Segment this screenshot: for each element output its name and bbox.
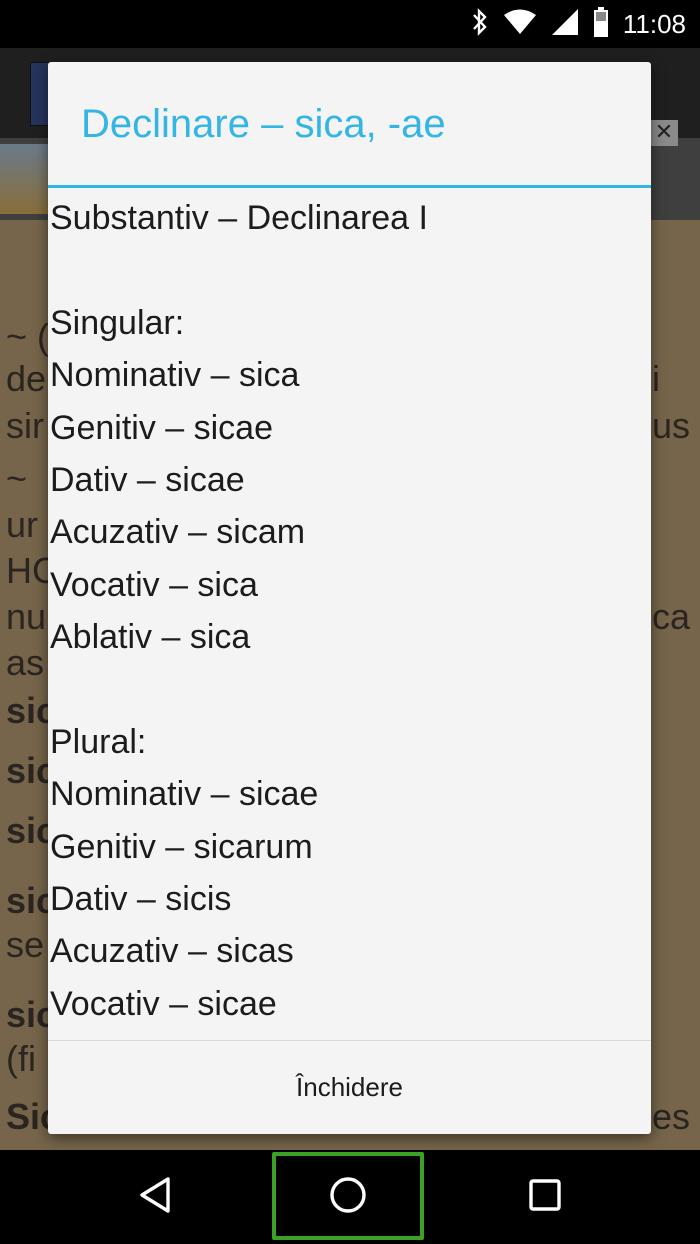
battery-icon: [593, 6, 609, 42]
background-text: ~: [6, 458, 28, 499]
declension-line: Acuzativ – sicam: [50, 513, 306, 552]
home-button[interactable]: [276, 1150, 420, 1244]
navigation-bar: [0, 1150, 700, 1244]
ad-close-button[interactable]: ✕: [650, 120, 678, 146]
declension-line: Substantiv – Declinarea I: [50, 199, 428, 237]
declension-line: Nominativ – sicae: [50, 775, 319, 814]
background-text: es: [652, 1096, 691, 1137]
declension-dialog: Declinare – sica, -ae Substantiv – Decli…: [48, 62, 651, 1134]
clock: 11:08: [622, 8, 686, 39]
declension-line: Vocativ – sicae: [50, 984, 277, 1023]
declension-line: Acuzativ – sicas: [50, 932, 294, 971]
declension-line: Dativ – sicae: [50, 460, 245, 499]
back-icon: [138, 1176, 172, 1219]
bluetooth-icon: [471, 7, 489, 41]
signal-icon: [551, 8, 579, 41]
wifi-icon: [503, 9, 537, 40]
declension-line: Genitiv – sicarum: [50, 827, 313, 866]
back-button[interactable]: [100, 1150, 210, 1244]
declension-line: [50, 244, 650, 296]
status-icons: 11:08: [471, 0, 686, 48]
background-text: i: [652, 358, 660, 399]
background-text: se: [6, 924, 45, 965]
declension-line: Singular:: [50, 303, 185, 342]
declension-line: Plural:: [50, 722, 147, 761]
declension-line: Vocativ – sica: [50, 565, 258, 604]
declension-line: Nominativ – sica: [50, 356, 300, 395]
background-text: (fi: [6, 1038, 36, 1079]
close-button[interactable]: Închidere: [48, 1041, 651, 1134]
ad-image: [0, 144, 48, 214]
declension-line: Ablativ – sica: [50, 618, 251, 657]
background-text: ~ (: [6, 316, 50, 357]
background-text: ca: [652, 596, 691, 637]
declension-content[interactable]: Substantiv – Declinarea I Singular: Nomi…: [50, 192, 650, 1040]
recents-button[interactable]: [490, 1150, 600, 1244]
status-bar: 11:08: [0, 0, 700, 48]
background-text: nu: [6, 596, 47, 637]
background-text: us: [652, 405, 691, 446]
dialog-title: Declinare – sica, -ae: [81, 102, 446, 146]
background-text: sir: [6, 405, 44, 446]
recents-icon: [528, 1178, 562, 1217]
title-divider: [48, 185, 651, 188]
home-icon: [329, 1176, 367, 1219]
background-text: as: [6, 642, 45, 683]
declension-line: Dativ – sicis: [50, 880, 232, 919]
declension-line: Genitiv – sicae: [50, 408, 273, 447]
declension-line: [50, 664, 650, 716]
background-text: ur: [6, 504, 39, 545]
background-text: de: [6, 358, 47, 399]
